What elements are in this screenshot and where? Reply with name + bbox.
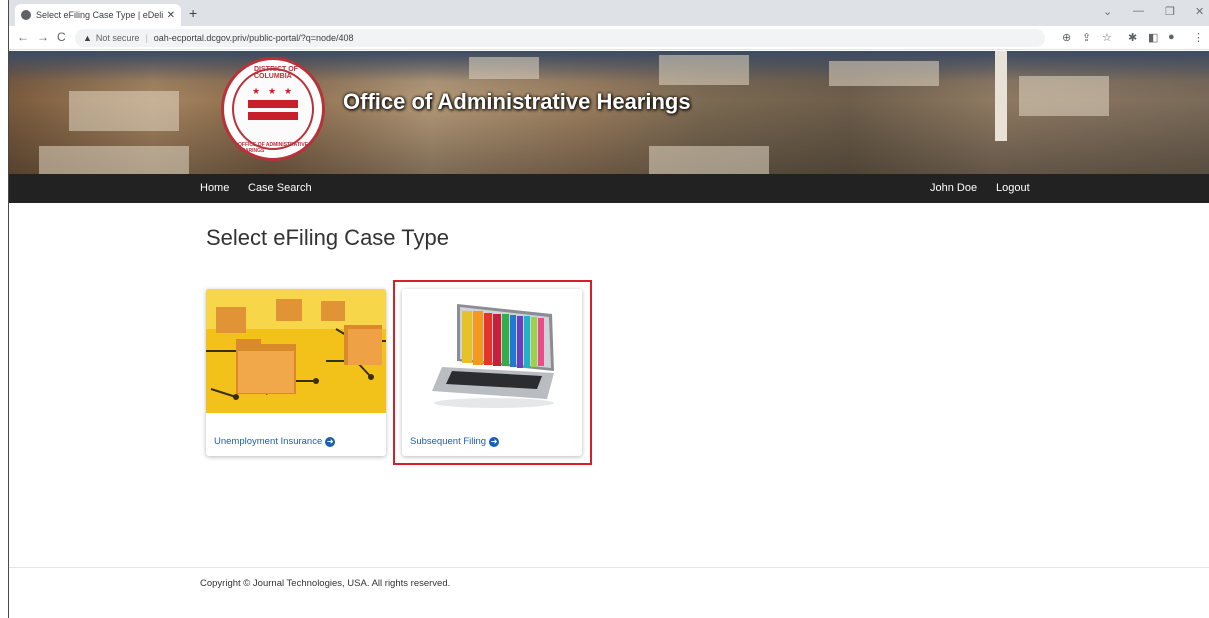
- banner-building: [1019, 76, 1109, 116]
- close-tab-icon[interactable]: ✕: [167, 10, 175, 21]
- banner-building: [39, 146, 189, 174]
- chevron-down-icon[interactable]: ⌄: [1103, 5, 1112, 18]
- nav-home-link[interactable]: Home: [200, 182, 229, 194]
- url-text[interactable]: oah-ecportal.dcgov.priv/public-portal/?q…: [154, 33, 354, 43]
- browser-tab[interactable]: Select eFiling Case Type | eDeliv ✕: [15, 4, 181, 26]
- folders-circuit-image: [206, 289, 386, 413]
- extensions-icon[interactable]: ✱: [1128, 31, 1137, 44]
- star-icon[interactable]: ☆: [1102, 31, 1112, 44]
- footer-copyright: Copyright © Journal Technologies, USA. A…: [200, 578, 451, 589]
- zoom-icon[interactable]: ⊕: [1062, 31, 1071, 44]
- star-icon: ★: [268, 86, 277, 96]
- washington-monument: [995, 51, 1007, 141]
- flag-bar: [248, 112, 298, 120]
- dc-oah-seal-logo: DISTRICT OF COLUMBIA OFFICE OF ADMINISTR…: [221, 57, 325, 161]
- page-title: Select eFiling Case Type: [206, 225, 449, 250]
- nav-logout-link[interactable]: Logout: [996, 182, 1030, 194]
- main-navbar: Home Case Search John Doe Logout: [9, 174, 1209, 203]
- case-type-label: Subsequent Filing: [410, 436, 487, 447]
- arrow-right-circle-icon: ➜: [489, 436, 500, 447]
- divider: |: [145, 33, 148, 43]
- banner-building: [829, 61, 939, 86]
- tab-title: Select eFiling Case Type | eDeliv: [36, 10, 163, 20]
- banner-building: [649, 146, 769, 174]
- case-type-card-unemployment[interactable]: Unemployment Insurance ➜: [206, 289, 386, 456]
- banner-building: [69, 91, 179, 131]
- security-status[interactable]: Not secure: [96, 33, 140, 43]
- back-button[interactable]: ←: [17, 30, 29, 44]
- seal-text-top: DISTRICT OF COLUMBIA: [254, 66, 298, 80]
- browser-window: Select eFiling Case Type | eDeliv ✕ + ⌄ …: [8, 0, 1209, 618]
- forward-button[interactable]: →: [37, 30, 49, 44]
- header-banner: DISTRICT OF COLUMBIA OFFICE OF ADMINISTR…: [9, 51, 1209, 174]
- banner-capitol: [659, 55, 749, 85]
- browser-toolbar: ← → C ▲ Not secure | oah-ecportal.dcgov.…: [9, 26, 1209, 50]
- profile-icon[interactable]: ●: [1168, 31, 1175, 43]
- sidepanel-icon[interactable]: ◧: [1148, 31, 1158, 44]
- globe-icon: [21, 10, 31, 20]
- banner-building: [469, 57, 539, 79]
- menu-icon[interactable]: ⋮: [1193, 31, 1204, 44]
- nav-user-link[interactable]: John Doe: [930, 182, 977, 194]
- laptop-folders-image: [402, 289, 582, 413]
- star-icon: ★: [252, 86, 261, 96]
- tab-strip: Select eFiling Case Type | eDeliv ✕ + ⌄ …: [9, 0, 1209, 26]
- share-icon[interactable]: ⇪: [1082, 31, 1091, 44]
- close-window-icon[interactable]: ✕: [1195, 5, 1204, 18]
- flag-bar: [248, 100, 298, 108]
- new-tab-button[interactable]: +: [189, 5, 197, 21]
- seal-text-bottom: OFFICE OF ADMINISTRATIVE HEARINGS: [238, 142, 308, 154]
- case-type-link[interactable]: Subsequent Filing ➜: [410, 436, 500, 447]
- address-bar[interactable]: ▲ Not secure | oah-ecportal.dcgov.priv/p…: [75, 29, 1045, 47]
- case-type-label: Unemployment Insurance: [214, 436, 323, 447]
- dc-flag-icon: ★ ★ ★: [248, 86, 298, 126]
- minimize-icon[interactable]: —: [1133, 5, 1144, 17]
- case-type-card-subsequent-filing[interactable]: Subsequent Filing ➜: [402, 289, 582, 456]
- footer-divider: [9, 567, 1209, 568]
- case-type-link[interactable]: Unemployment Insurance ➜: [214, 436, 336, 447]
- warning-icon: ▲: [83, 33, 92, 43]
- nav-case-search-link[interactable]: Case Search: [248, 182, 312, 194]
- arrow-right-circle-icon: ➜: [325, 436, 336, 447]
- reload-button[interactable]: C: [57, 30, 66, 44]
- restore-icon[interactable]: ❐: [1165, 5, 1175, 18]
- site-title: Office of Administrative Hearings: [343, 89, 691, 114]
- star-icon: ★: [284, 86, 293, 96]
